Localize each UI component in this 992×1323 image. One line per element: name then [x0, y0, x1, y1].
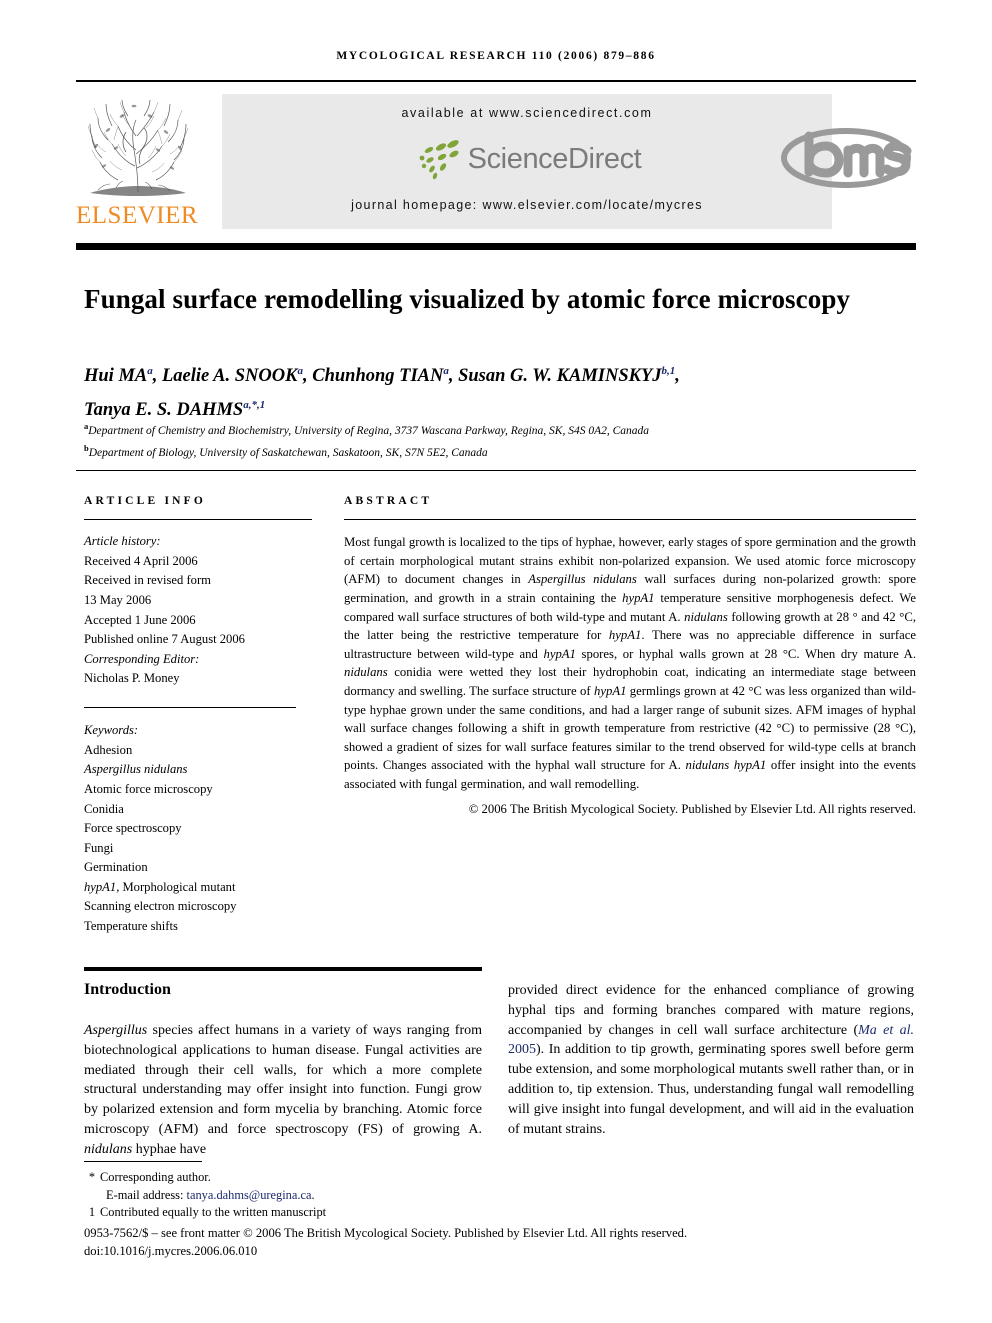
doi-line: doi:10.1016/j.mycres.2006.06.010 — [84, 1243, 258, 1258]
footnote-one-marker: 1 — [88, 1205, 96, 1220]
footnote-asterisk-marker: * — [88, 1170, 96, 1184]
history-revised-date: 13 May 2006 — [84, 592, 152, 607]
keyword-fungi: Fungi — [84, 840, 114, 855]
keywords-separator-rule — [84, 706, 296, 709]
nidulans-italic: nidulans — [84, 1141, 133, 1157]
imprint-line: 0953-7562/$ – see front matter © 2006 Th… — [84, 1226, 688, 1240]
affiliation-text-a: Department of Chemistry and Biochemistry… — [88, 424, 650, 437]
introduction-paragraph-right: provided direct evidence for the enhance… — [508, 981, 914, 1139]
history-revised-form: Received in revised form — [84, 573, 211, 588]
keywords-label: Keywords: — [84, 723, 139, 738]
info-section-top-rule — [76, 470, 916, 472]
author-sup-b1: b,1 — [661, 365, 676, 377]
footnote-separator-rule — [84, 1161, 202, 1163]
history-received: Received 4 April 2006 — [84, 553, 198, 568]
email-link[interactable]: tanya.dahms@uregina.ca — [187, 1188, 312, 1202]
aspergillus-italic: Aspergillus — [84, 1023, 148, 1038]
keyword-hypa1-morphological-mutant: hypA1, Morphological mutant — [84, 879, 236, 894]
email-trailing-period: . — [311, 1187, 315, 1202]
article-history-block: Article history: Received 4 April 2006 R… — [84, 532, 312, 689]
history-published-online: Published online 7 August 2006 — [84, 632, 245, 647]
keyword-adhesion: Adhesion — [84, 742, 133, 757]
history-accepted: Accepted 1 June 2006 — [84, 612, 196, 627]
sciencedirect-wordmark: ScienceDirect — [467, 142, 642, 175]
keywords-block: Keywords: Adhesion Aspergillus nidulans … — [84, 721, 312, 937]
introduction-separator-rule — [84, 967, 482, 971]
affiliation-b: bDepartment of Biology, University of Sa… — [84, 440, 914, 462]
keyword-conidia: Conidia — [84, 801, 124, 816]
introduction-paragraph-left: Aspergillus species affect humans in a v… — [84, 1023, 482, 1157]
article-info-underline — [84, 519, 312, 521]
header-top-rule — [76, 80, 916, 82]
email-label: E-mail address: — [106, 1187, 184, 1202]
abstract-underline — [344, 519, 916, 521]
elsevier-logo-block[interactable]: ELSEVIER — [76, 94, 198, 233]
bms-society-icon — [781, 128, 912, 188]
journal-article-page: Mycological Research 110 (2006) 879–886 — [0, 0, 992, 1323]
abstract-heading: ABSTRACT — [344, 495, 433, 507]
abstract-copyright: © 2006 The British Mycological Society. … — [468, 801, 916, 816]
keyword-temperature-shifts: Temperature shifts — [84, 919, 178, 934]
intro-right-after-citation: ). In addition to tip growth, germinatin… — [508, 1042, 914, 1137]
author-hui-ma: Hui MA — [84, 366, 148, 387]
intro-right-before-citation: provided direct evidence for the enhance… — [508, 983, 914, 1038]
journal-homepage-text[interactable]: journal homepage: www.elsevier.com/locat… — [222, 198, 832, 212]
keyword-scanning-electron-microscopy: Scanning electron microscopy — [84, 899, 237, 914]
keyword-aspergillus-nidulans: Aspergillus nidulans — [84, 762, 188, 777]
footnote-equal-contribution: 1 Contributed equally to the written manu… — [84, 1204, 584, 1222]
available-at-text: available at www.sciencedirect.com — [401, 106, 653, 120]
affiliations: aDepartment of Chemistry and Biochemistr… — [84, 418, 914, 463]
affiliation-a: aDepartment of Chemistry and Biochemistr… — [84, 418, 914, 440]
keyword-force-spectroscopy: Force spectroscopy — [84, 821, 182, 836]
corresponding-editor-label: Corresponding Editor: — [84, 651, 200, 666]
footnote-corresponding-author: * Corresponding author. — [84, 1169, 584, 1187]
article-info-heading: ARTICLE INFO — [84, 495, 207, 507]
author-comma: , — [675, 366, 680, 387]
author-sup-corresponding: a,*,1 — [243, 399, 266, 412]
sciencedirect-panel: available at www.sciencedirect.com Scien… — [222, 94, 832, 229]
author-laelie-snook: , Laelie A. SNOOK — [152, 366, 298, 387]
sciencedirect-leaf-icon — [419, 140, 459, 180]
article-history-label: Article history: — [84, 534, 161, 549]
imprint-block: 0953-7562/$ – see front matter © 2006 Th… — [84, 1225, 924, 1261]
footnotes-block: * Corresponding author. E-mail address: t… — [84, 1169, 584, 1222]
author-list: Hui MAa, Laelie A. SNOOKa, Chunhong TIAN… — [84, 357, 914, 425]
footnote-corresponding-text: Corresponding author. — [100, 1170, 211, 1184]
affiliation-text-b: Department of Biology, University of Sas… — [88, 447, 488, 460]
keyword-germination: Germination — [84, 860, 148, 875]
journal-header-band: ELSEVIER available at www.sciencedirect.… — [76, 94, 916, 233]
running-head: Mycological Research 110 (2006) 879–886 — [0, 50, 992, 62]
bms-logo[interactable] — [776, 116, 916, 200]
introduction-left-column: Introduction Aspergillus species affect … — [84, 981, 482, 1160]
article-title: Fungal surface remodelling visualized by… — [84, 284, 851, 315]
footnote-email-line: E-mail address: tanya.dahms@uregina.ca. — [84, 1187, 584, 1205]
author-chunhong-tian: , Chunhong TIAN — [302, 366, 444, 387]
title-separator-bar — [76, 243, 916, 250]
abstract-text: Most fungal growth is localized to the t… — [344, 535, 916, 791]
sciencedirect-logo[interactable]: ScienceDirect — [222, 138, 832, 186]
keyword-atomic-force-microscopy: Atomic force microscopy — [84, 781, 213, 796]
footnote-equal-text: Contributed equally to the written manus… — [100, 1205, 327, 1220]
corresponding-editor-name: Nicholas P. Money — [84, 671, 180, 686]
abstract-column: ABSTRACT Most fungal growth is localized… — [344, 495, 916, 817]
author-susan-kaminskyj: , Susan G. W. KAMINSKYJ — [448, 366, 662, 387]
introduction-right-column: provided direct evidence for the enhance… — [508, 981, 914, 1139]
running-head-text: Mycological Research 110 (2006) 879–886 — [336, 50, 656, 62]
elsevier-wordmark: ELSEVIER — [76, 202, 199, 229]
article-info-column: ARTICLE INFO Article history: Received 4… — [84, 495, 312, 937]
introduction-heading: Introduction — [84, 981, 171, 998]
elsevier-tree-icon — [87, 99, 189, 196]
keyword-hypa1-italic: hypA1 — [84, 879, 117, 894]
